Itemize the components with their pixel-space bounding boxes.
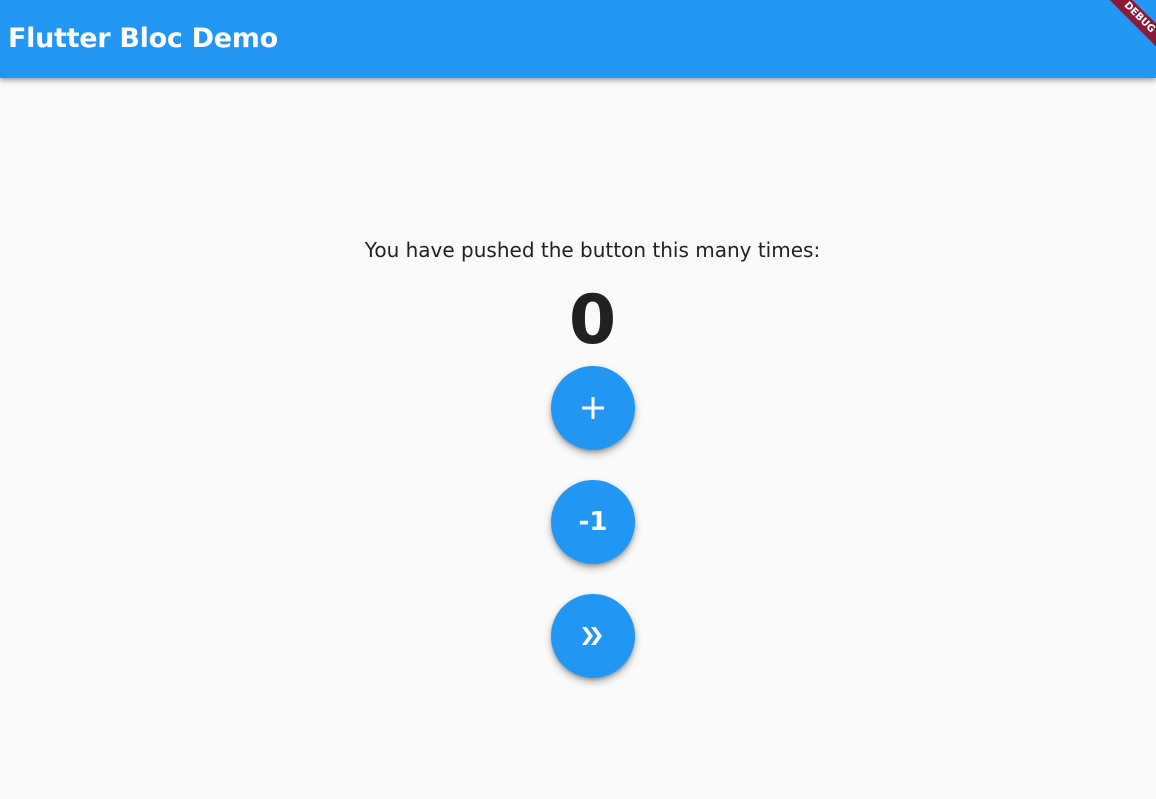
counter-label: You have pushed the button this many tim… xyxy=(364,238,821,262)
skip-button[interactable] xyxy=(551,594,635,678)
add-icon xyxy=(582,397,604,419)
double-chevron-right-icon xyxy=(582,627,602,645)
increment-button[interactable] xyxy=(551,366,635,450)
app-title: Flutter Bloc Demo xyxy=(8,23,278,54)
decrement-button[interactable]: -1 xyxy=(551,480,635,564)
counter-value: 0 xyxy=(568,281,617,360)
decrement-label: -1 xyxy=(578,507,608,537)
app-bar: Flutter Bloc Demo xyxy=(0,0,1156,78)
main-content: You have pushed the button this many tim… xyxy=(0,78,1156,799)
